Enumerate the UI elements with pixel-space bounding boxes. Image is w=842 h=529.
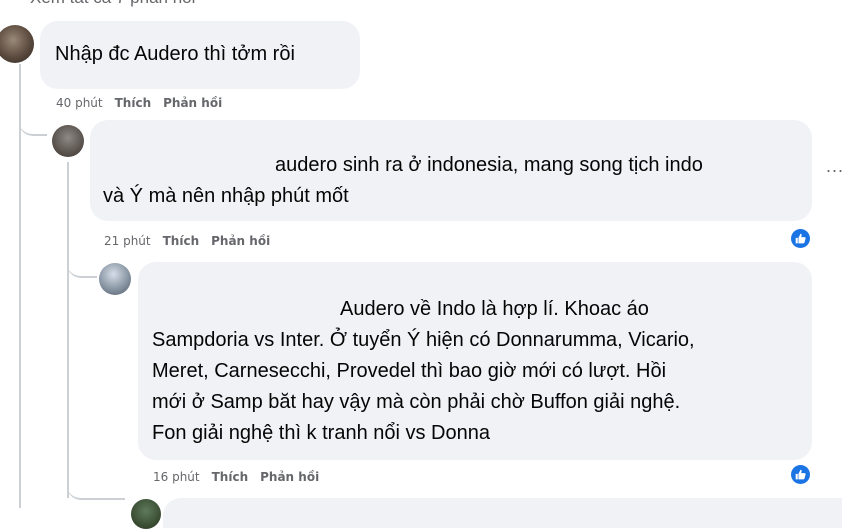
comment-time[interactable]: 16 phút [153, 470, 200, 484]
avatar[interactable] [131, 499, 161, 529]
comment-meta: 16 phút Thích Phản hồi [153, 470, 319, 484]
comment-text: Audero về Indo là hợp lí. Khoac áo Sampd… [152, 294, 695, 449]
comment-line: Meret, Carnesecchi, Provedel thì bao giờ… [152, 360, 667, 382]
thread-connector-1 [19, 112, 47, 136]
like-reaction-icon[interactable] [791, 229, 810, 248]
view-all-replies-link[interactable]: Xem tất cả 7 phản hồi [30, 0, 195, 8]
comment-meta: 21 phút Thích Phản hồi [104, 234, 270, 248]
comment-line: audero sinh ra ở indonesia, mang song tị… [275, 154, 703, 176]
comment-text: audero sinh ra ở indonesia, mang song tị… [103, 150, 703, 212]
thread-line-main [19, 64, 21, 508]
like-button[interactable]: Thích [212, 470, 249, 484]
comment-line: Audero về Indo là hợp lí. Khoac áo [340, 298, 649, 320]
reply-button[interactable]: Phản hồi [211, 234, 270, 248]
avatar[interactable] [52, 125, 84, 157]
like-button[interactable]: Thích [115, 96, 152, 110]
comment-text: Nhập đc Audero thì tởm rồi [55, 43, 295, 65]
comment-bubble [163, 498, 842, 528]
thread-connector-2 [67, 252, 97, 278]
thread-connector-3 [67, 478, 125, 500]
thumbs-up-icon [795, 233, 806, 244]
avatar[interactable] [0, 25, 34, 63]
comment-line: và Ý mà nên nhập phút mốt [103, 185, 349, 207]
reply-button[interactable]: Phản hồi [163, 96, 222, 110]
comment-line: Sampdoria vs Inter. Ở tuyển Ý hiện có Do… [152, 329, 695, 351]
comment-line: mới ở Samp băt hay vậy mà còn phải chờ B… [152, 391, 681, 413]
avatar[interactable] [99, 263, 131, 295]
comment-line: Fon giải nghệ thì k tranh nổi vs Donna [152, 422, 490, 444]
like-reaction-icon[interactable] [791, 465, 810, 484]
comment-time[interactable]: 21 phút [104, 234, 151, 248]
like-button[interactable]: Thích [163, 234, 200, 248]
comment-time[interactable]: 40 phút [56, 96, 103, 110]
thread-line-nested [67, 162, 69, 498]
reply-button[interactable]: Phản hồi [260, 470, 319, 484]
comment-meta: 40 phút Thích Phản hồi [56, 96, 222, 110]
thumbs-up-icon [795, 469, 806, 480]
more-options-icon[interactable]: ... [826, 156, 842, 177]
